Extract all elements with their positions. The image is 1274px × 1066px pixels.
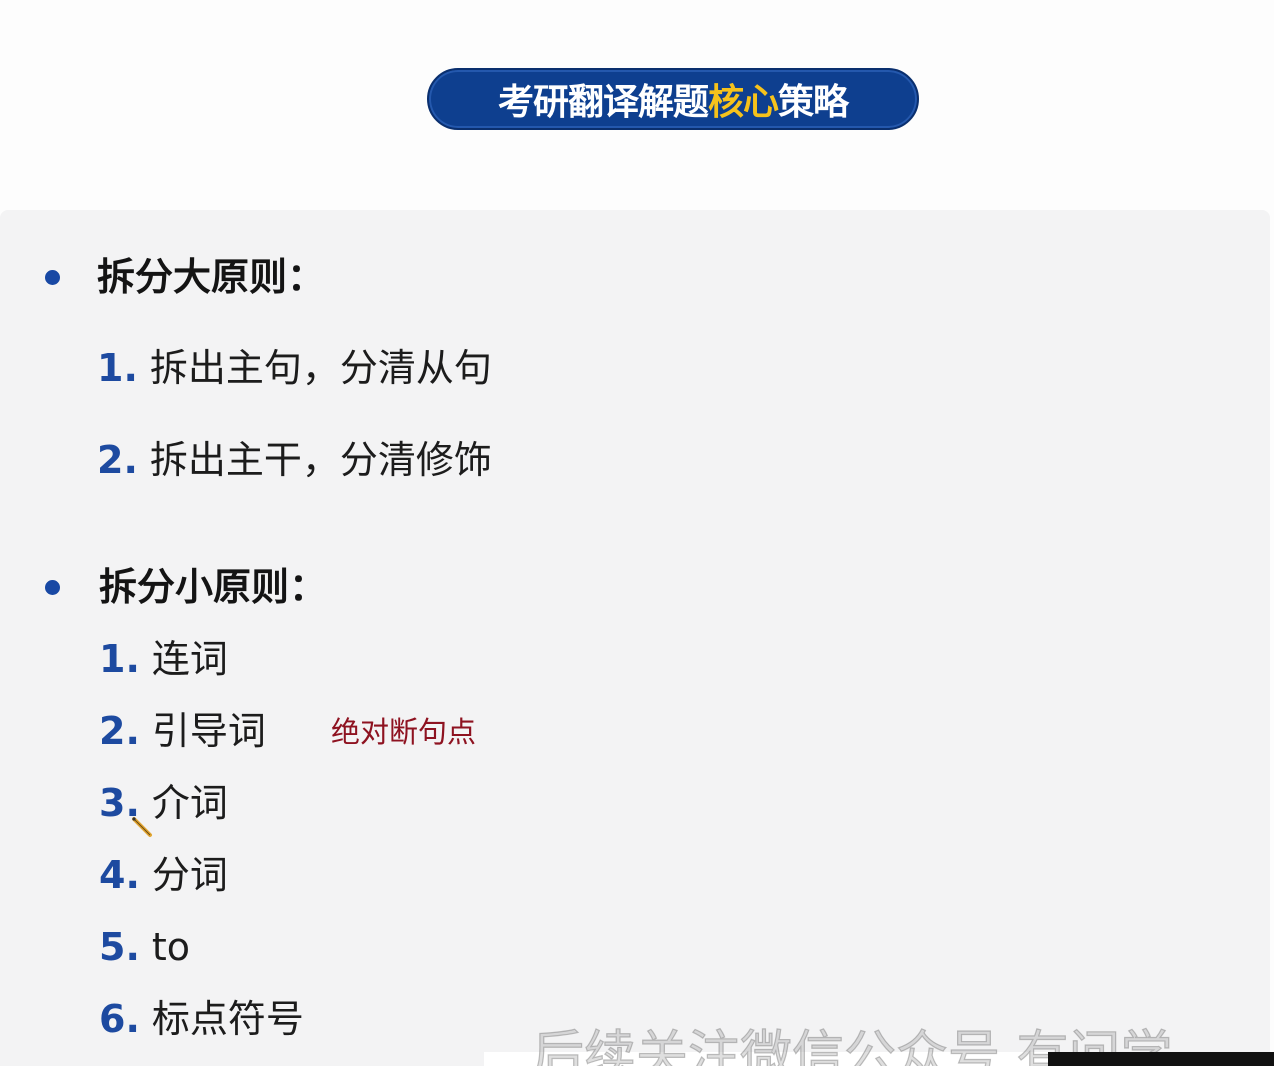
- item-text: 标点符号: [151, 997, 304, 1041]
- small-principle-item: 4. 分词: [99, 856, 228, 894]
- small-principle-heading: 拆分小原则：: [99, 565, 328, 609]
- small-principle-item: 1. 连词: [99, 640, 228, 678]
- item-text: 分词: [151, 853, 228, 897]
- title-text-highlight: 核心: [707, 82, 779, 123]
- item-text: 介词: [151, 781, 228, 825]
- bottom-dark-bar: [1048, 1052, 1274, 1066]
- title-text-end: 策略: [778, 82, 849, 123]
- bullet-dot-big-principle: [45, 270, 60, 285]
- item-number: 5.: [99, 925, 140, 969]
- pen-cursor-icon: [132, 817, 152, 837]
- small-principle-item: 3. 介词: [99, 784, 228, 822]
- item-number: 6.: [99, 997, 140, 1041]
- big-principle-heading: 拆分大原则：: [97, 255, 326, 299]
- item-text: 拆出主干，分清修饰: [149, 438, 492, 482]
- item-number: 4.: [99, 853, 140, 897]
- small-principle-item: 5. to: [99, 928, 190, 966]
- title-text-start: 考研翻译解题: [497, 82, 709, 123]
- item-text: to: [151, 925, 191, 969]
- big-principle-item: 2. 拆出主干，分清修饰: [97, 441, 492, 479]
- item-number: 2.: [99, 709, 140, 753]
- annotation-note: 绝对断句点: [331, 715, 477, 749]
- bullet-dot-small-principle: [45, 580, 60, 595]
- item-number: 1.: [97, 346, 138, 390]
- item-number: 2.: [97, 438, 138, 482]
- small-principle-item: 2. 引导词: [99, 712, 266, 750]
- slide-canvas: 考研翻译解题 核心 策略 拆分大原则： 1. 拆出主句，分清从句 2. 拆出主干，分清修…: [0, 0, 1274, 1066]
- item-number: 1.: [99, 637, 140, 681]
- item-text: 拆出主句，分清从句: [149, 346, 492, 390]
- slide-title: 考研翻译解题 核心 策略: [427, 68, 919, 130]
- small-principle-item: 6. 标点符号: [99, 1000, 304, 1038]
- big-principle-item: 1. 拆出主句，分清从句: [97, 349, 492, 387]
- item-text: 连词: [151, 637, 228, 681]
- item-text: 引导词: [151, 709, 266, 753]
